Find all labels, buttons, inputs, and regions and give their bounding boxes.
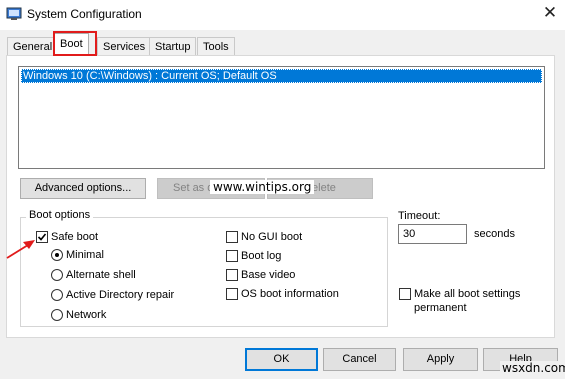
system-config-icon (6, 7, 22, 20)
no-gui-boot-label: No GUI boot (241, 231, 303, 243)
minimal-radio[interactable] (51, 249, 63, 261)
timeout-label: Timeout: (398, 210, 441, 222)
boot-log-checkbox[interactable] (226, 250, 238, 262)
base-video-checkbox[interactable] (226, 269, 238, 281)
ok-button[interactable]: OK (245, 348, 318, 371)
checkmark-icon (37, 233, 47, 241)
active-directory-repair-radio[interactable] (51, 289, 63, 301)
tab-general[interactable]: General (7, 37, 59, 56)
tab-services[interactable]: Services (97, 37, 152, 56)
annotation-arrow-icon (6, 240, 35, 259)
advanced-options-button[interactable]: Advanced options... (20, 178, 146, 199)
corner-watermark: wsxdn.com (500, 361, 565, 375)
active-directory-repair-label: Active Directory repair (66, 289, 175, 301)
list-item[interactable]: Windows 10 (C:\Windows) : Current OS; De… (21, 69, 542, 83)
seconds-label: seconds (474, 228, 515, 240)
network-radio[interactable] (51, 309, 63, 321)
apply-button[interactable]: Apply (403, 348, 478, 371)
close-icon[interactable]: ✕ (538, 2, 562, 26)
no-gui-boot-checkbox[interactable] (226, 231, 238, 243)
base-video-label: Base video (241, 269, 296, 281)
window-title: System Configuration (27, 7, 142, 21)
timeout-input[interactable]: 30 (398, 224, 467, 244)
os-boot-information-label: OS boot information (241, 288, 339, 300)
minimal-label: Minimal (66, 249, 104, 261)
boot-log-label: Boot log (241, 250, 282, 262)
alternate-shell-radio[interactable] (51, 269, 63, 281)
os-listbox[interactable]: Windows 10 (C:\Windows) : Current OS; De… (18, 66, 545, 169)
safe-boot-label: Safe boot (51, 231, 99, 243)
alternate-shell-label: Alternate shell (66, 269, 136, 281)
boot-options-label: Boot options (26, 209, 94, 221)
os-boot-information-checkbox[interactable] (226, 288, 238, 300)
network-label: Network (66, 309, 107, 321)
make-permanent-label: Make all boot settings permanent (414, 288, 521, 314)
tab-startup[interactable]: Startup (149, 37, 197, 56)
make-permanent-checkbox[interactable] (399, 288, 411, 300)
tab-tools[interactable]: Tools (197, 37, 235, 56)
cancel-button[interactable]: Cancel (323, 348, 396, 371)
watermark-text: www.wintips.org (210, 180, 315, 194)
tab-boot[interactable]: Boot (54, 33, 89, 57)
